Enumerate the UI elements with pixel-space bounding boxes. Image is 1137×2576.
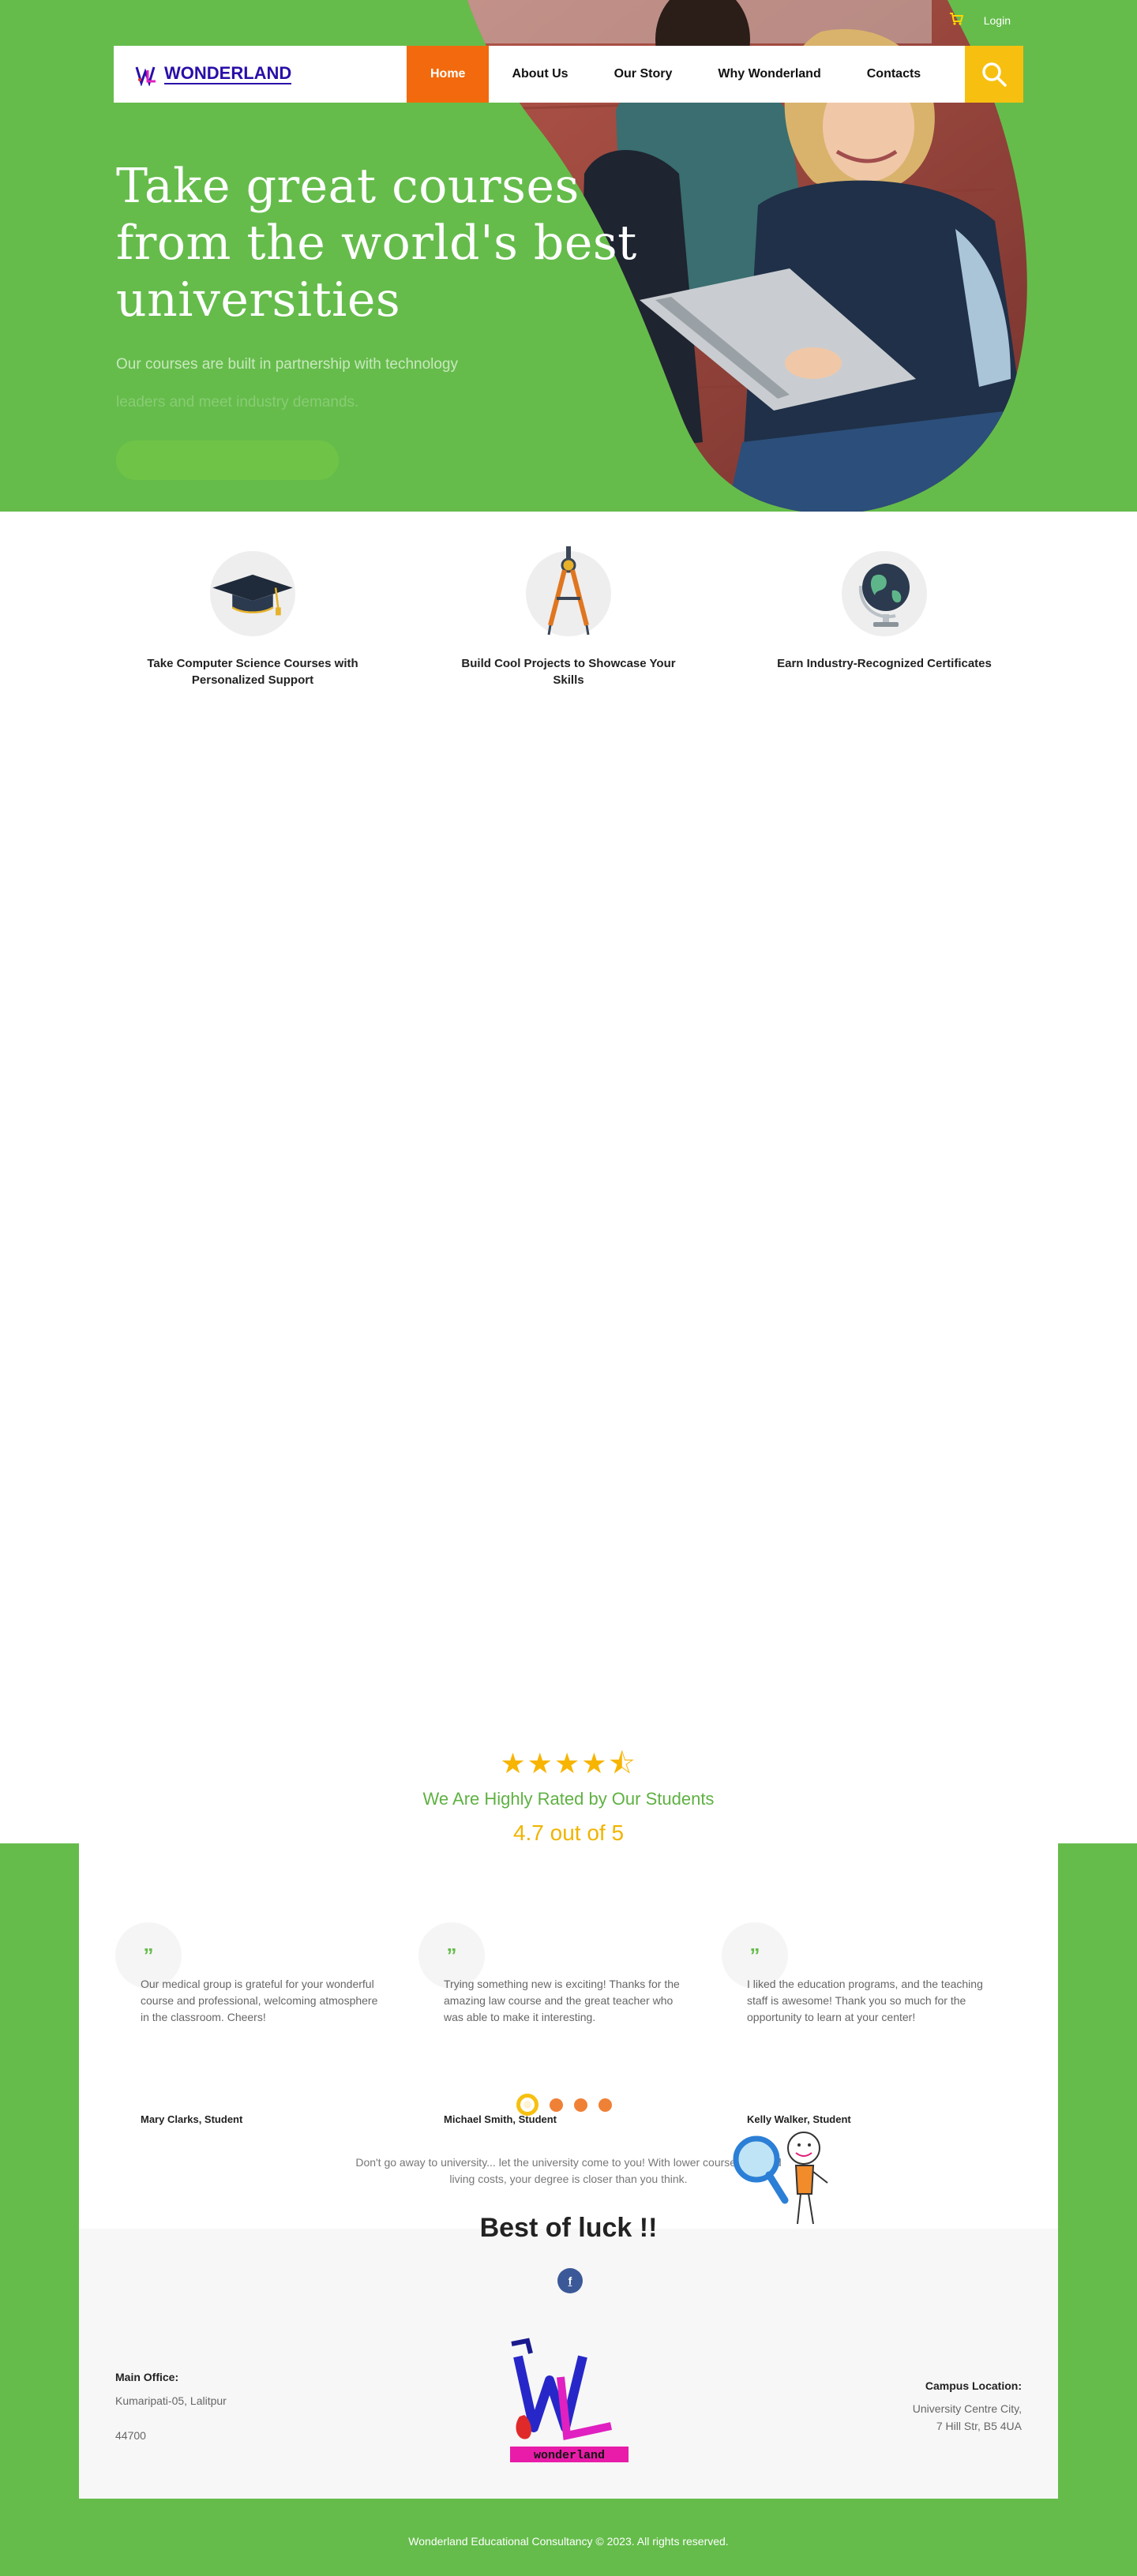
rating-heading: We Are Highly Rated by Our Students	[422, 1789, 715, 1809]
carousel-dot-4[interactable]	[599, 2098, 612, 2112]
wonderland-footer-logo: wonderland	[510, 2338, 629, 2462]
motto-text: Don't go away to university... let the u…	[355, 2156, 782, 2185]
footer-logo-text: wonderland	[534, 2449, 605, 2462]
testimonial-text: Our medical group is grateful for your w…	[141, 1978, 378, 2023]
hero-cta-button[interactable]	[116, 441, 339, 480]
shopping-cart-icon[interactable]	[949, 12, 964, 29]
main-office-title: Main Office:	[115, 2371, 179, 2383]
login-link[interactable]: Login	[984, 14, 1011, 27]
hero-title: Take great courses from the world's best…	[116, 158, 669, 328]
testimonial-author: Mary Clarks, Student	[141, 2113, 243, 2125]
main-navbar: WONDERLAND Home About Us Our Story Why W…	[114, 46, 1023, 103]
nav-item-home[interactable]: Home	[407, 46, 490, 103]
hero-title-line-3: universities	[116, 272, 401, 328]
hero-text-block: Take great courses from the world's best…	[116, 158, 669, 484]
rating-block: ★★★★⯪ We Are Highly Rated by Our Student…	[0, 1748, 1137, 1846]
content-panel: ” Our medical group is grateful for your…	[79, 1843, 1058, 2499]
search-button[interactable]	[965, 46, 1023, 103]
wonderland-logo-icon	[135, 66, 156, 86]
feature-item: Build Cool Projects to Showcase Your Ski…	[450, 546, 687, 688]
testimonials-footer-section: ” Our medical group is grateful for your…	[0, 1843, 1137, 2576]
nav-item-contacts[interactable]: Contacts	[844, 46, 944, 103]
copyright-text: Wonderland Educational Consultancy © 202…	[408, 2535, 729, 2548]
feature-icon-circle	[842, 551, 927, 636]
feature-label: Earn Industry-Recognized Certificates	[777, 657, 992, 670]
main-office-zip: 44700	[115, 2429, 146, 2442]
globe-icon	[858, 564, 910, 627]
testimonial-text: Trying something new is exciting! Thanks…	[444, 1978, 680, 2023]
hero-title-line-1: Take great courses	[116, 159, 580, 214]
facebook-icon[interactable]: f	[557, 2268, 583, 2293]
search-icon	[982, 62, 1007, 87]
rating-score: 4.7 out of 5	[512, 1820, 625, 1845]
feature-label: Take Computer Science Courses with Perso…	[147, 657, 358, 687]
feature-icon-circle	[526, 546, 611, 636]
hero-section: Login WONDERLAND Home About Us Our Story…	[0, 0, 1137, 512]
feature-icon-circle	[210, 551, 295, 636]
campus-address-line-2: 7 Hill Str, B5 4UA	[936, 2420, 1022, 2432]
main-office-block: Main Office: Kumaripati-05, Lalitpur 447…	[115, 2368, 227, 2445]
feature-item: Earn Industry-Recognized Certificates	[766, 551, 1003, 672]
main-office-address: Kumaripati-05, Lalitpur	[115, 2394, 227, 2407]
feature-item: Take Computer Science Courses with Perso…	[134, 551, 371, 688]
carousel-pagination	[516, 2094, 612, 2116]
campus-location-title: Campus Location:	[925, 2379, 1022, 2392]
top-utility-bar: Login	[949, 0, 1137, 41]
hero-subtitle-line-2: leaders and meet industry demands.	[116, 394, 359, 411]
best-of-luck-heading: Best of luck !!	[479, 2213, 658, 2243]
compass-icon	[547, 546, 590, 636]
testimonial-author: Kelly Walker, Student	[747, 2113, 851, 2125]
rating-stars: ★★★★⯪	[500, 1747, 637, 1779]
nav-item-our-story[interactable]: Our Story	[591, 46, 696, 103]
hero-subtitle: Our courses are built in partnership wit…	[116, 346, 669, 422]
hero-title-line-2: from the world's best	[116, 216, 637, 271]
brand-logo[interactable]: WONDERLAND	[114, 46, 407, 103]
nav-item-why-wonderland[interactable]: Why Wonderland	[695, 46, 843, 103]
brand-name: WONDERLAND	[164, 63, 292, 84]
nav-item-about-us[interactable]: About Us	[489, 46, 591, 103]
graduation-cap-icon	[212, 574, 293, 616]
testimonial-text: I liked the education programs, and the …	[747, 1978, 983, 2023]
carousel-dot-2[interactable]	[550, 2098, 563, 2112]
campus-location-block: Campus Location: University Centre City,…	[913, 2377, 1022, 2435]
carousel-dot-1[interactable]	[516, 2094, 538, 2116]
feature-label: Build Cool Projects to Showcase Your Ski…	[461, 657, 676, 687]
carousel-dot-3[interactable]	[574, 2098, 587, 2112]
campus-address-line-1: University Centre City,	[912, 2402, 1022, 2415]
hero-subtitle-line-1: Our courses are built in partnership wit…	[116, 356, 459, 373]
features-section: Take Computer Science Courses with Perso…	[0, 512, 1137, 1846]
